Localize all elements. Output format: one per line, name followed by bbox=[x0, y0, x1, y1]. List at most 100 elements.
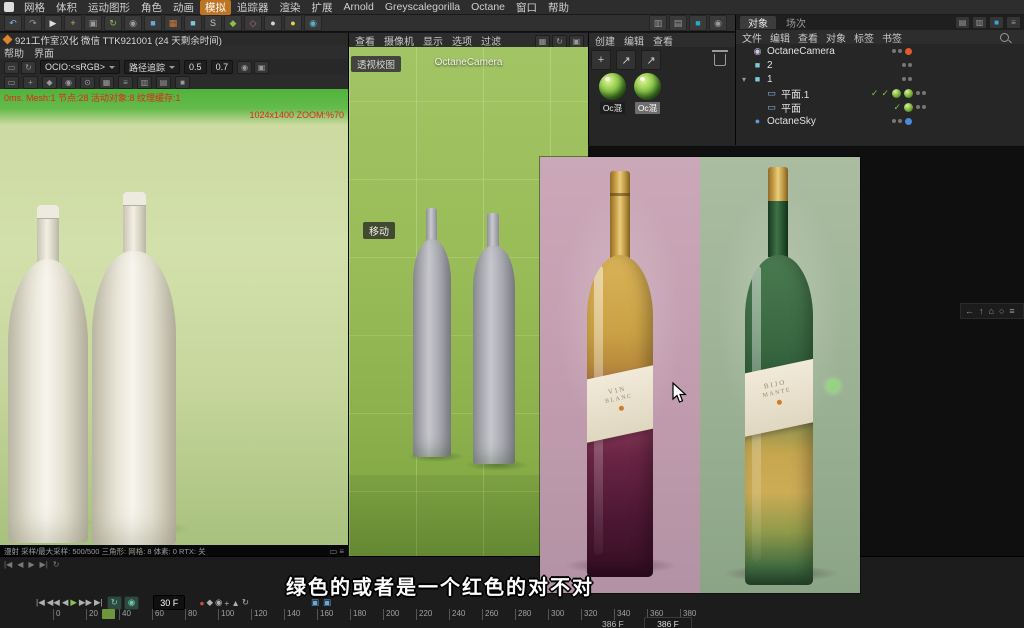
live-viewer-menu-item[interactable]: 帮助 bbox=[4, 45, 24, 60]
list-icon[interactable]: ≡ bbox=[1009, 306, 1014, 316]
menubar-item[interactable]: 追踪器 bbox=[232, 0, 274, 15]
load-material-icon[interactable]: ↗ bbox=[616, 50, 636, 70]
coord-system-icon[interactable]: ◉ bbox=[124, 15, 142, 31]
live-viewer-menu-item[interactable]: 界面 bbox=[34, 45, 54, 60]
lock-icon[interactable]: ▣ bbox=[254, 61, 269, 74]
menubar-item[interactable]: Octane bbox=[466, 1, 510, 13]
blue-tag-icon[interactable] bbox=[905, 118, 912, 125]
render-settings-icon[interactable]: ▦ bbox=[164, 15, 182, 31]
screen-layout-icon[interactable]: ▥ bbox=[649, 15, 667, 31]
object-menu-item[interactable]: 文件 bbox=[742, 30, 762, 45]
material-item[interactable]: Oc混 bbox=[599, 73, 626, 114]
enabled-check-icon[interactable]: ✓ bbox=[893, 102, 901, 113]
tree-row-OctaneCamera[interactable]: ◉OctaneCamera bbox=[740, 44, 912, 58]
red-tag-icon[interactable] bbox=[905, 48, 912, 55]
compare-icon[interactable]: ▥ bbox=[137, 76, 152, 89]
render-view[interactable]: 0ms. Mesh:1 节点:28 活动对象:8 纹理缓存:1 1024x140… bbox=[0, 89, 348, 545]
material-tag-icon[interactable] bbox=[892, 89, 901, 98]
refresh-icon[interactable]: ↻ bbox=[21, 61, 36, 74]
mini-goto-end-icon[interactable]: ▶| bbox=[40, 560, 48, 569]
goto-start-icon[interactable]: |◀ bbox=[36, 597, 45, 608]
menubar-item[interactable]: 体积 bbox=[51, 0, 82, 15]
select-tool-icon[interactable]: ▶ bbox=[44, 15, 62, 31]
enabled-check-icon[interactable]: ✓ bbox=[881, 88, 889, 99]
bucket-icon[interactable]: ◆ bbox=[42, 76, 57, 89]
camera-lock-icon[interactable]: ◉ bbox=[61, 76, 76, 89]
object-menu-item[interactable]: 标签 bbox=[854, 30, 874, 45]
mini-loop-icon[interactable]: ↻ bbox=[53, 560, 60, 569]
up-icon[interactable]: ↑ bbox=[979, 306, 984, 316]
menubar-item[interactable]: 动画 bbox=[168, 0, 199, 15]
camera-icon[interactable]: ◉ bbox=[237, 61, 252, 74]
material-tag-icon[interactable] bbox=[904, 89, 913, 98]
visibility-dots[interactable] bbox=[902, 63, 912, 67]
footer-screen-icon[interactable]: ▭ bbox=[330, 547, 338, 556]
material-menu-item[interactable]: 编辑 bbox=[624, 33, 644, 48]
menubar-item[interactable]: 角色 bbox=[136, 0, 167, 15]
mini-goto-start-icon[interactable]: |◀ bbox=[4, 560, 12, 569]
tree-row-2[interactable]: ■2 bbox=[740, 58, 912, 72]
collapse-caret-icon[interactable]: ▾ bbox=[742, 75, 751, 84]
material-menu-item[interactable]: 创建 bbox=[595, 33, 615, 48]
menubar-item[interactable]: 窗口 bbox=[511, 0, 542, 15]
current-frame-marker[interactable] bbox=[102, 609, 115, 619]
redo-icon[interactable]: ↷ bbox=[24, 15, 42, 31]
visibility-dots[interactable] bbox=[916, 91, 926, 95]
end-frame-field[interactable]: 386 F bbox=[644, 617, 692, 628]
material-item[interactable]: Oc混 bbox=[634, 73, 661, 114]
environment-icon[interactable]: ● bbox=[264, 15, 282, 31]
deformer-icon[interactable]: ◇ bbox=[244, 15, 262, 31]
alpha-icon[interactable]: ▦ bbox=[99, 76, 114, 89]
undo-icon[interactable]: ↶ bbox=[4, 15, 22, 31]
material-name[interactable]: Oc混 bbox=[600, 102, 625, 114]
primitive-icon[interactable]: ■ bbox=[184, 15, 202, 31]
footer-menu-icon[interactable]: ≡ bbox=[339, 547, 344, 556]
viewport-menu-item[interactable]: 显示 bbox=[423, 33, 443, 48]
visibility-dots[interactable] bbox=[892, 119, 902, 123]
tree-row-平面.1[interactable]: ▭平面.1✓✓ bbox=[740, 86, 926, 100]
tree-row-OctaneSky[interactable]: ●OctaneSky bbox=[740, 114, 912, 128]
add-material-button[interactable]: + bbox=[591, 50, 611, 70]
menubar-item[interactable]: 网格 bbox=[19, 0, 50, 15]
region-icon[interactable]: ▭ bbox=[4, 76, 19, 89]
menubar-item[interactable]: 模拟 bbox=[200, 0, 231, 15]
viewport-menu-item[interactable]: 摄像机 bbox=[384, 33, 414, 48]
menubar-item[interactable]: 渲染 bbox=[275, 0, 306, 15]
split-view-icon[interactable]: ▤ bbox=[669, 15, 687, 31]
octane-live-viewer-icon[interactable]: ■ bbox=[689, 15, 707, 31]
enabled-check-icon[interactable]: ✓ bbox=[871, 88, 879, 99]
back-icon[interactable]: ← bbox=[965, 306, 974, 316]
menubar-item[interactable]: 扩展 bbox=[307, 0, 338, 15]
octane-settings-icon[interactable]: ◉ bbox=[709, 15, 727, 31]
mini-play-icon[interactable]: ▶ bbox=[28, 560, 34, 569]
material-name[interactable]: Oc混 bbox=[635, 102, 660, 114]
menubar-item[interactable]: Greyscalegorilla bbox=[380, 1, 465, 13]
viewer-field-2[interactable]: 0.7 bbox=[211, 60, 234, 74]
menubar-item[interactable]: 运动图形 bbox=[83, 0, 135, 15]
timeline-ruler[interactable]: 0204060801001201401601802002202402602803… bbox=[53, 609, 713, 628]
tree-row-1[interactable]: ▾■1 bbox=[740, 72, 912, 86]
viewport-menu-item[interactable]: 查看 bbox=[355, 33, 375, 48]
viewport-menu-item[interactable]: 选项 bbox=[452, 33, 472, 48]
light-icon[interactable]: ● bbox=[284, 15, 302, 31]
save-material-icon[interactable]: ↗ bbox=[641, 50, 661, 70]
material-menu-item[interactable]: 查看 bbox=[653, 33, 673, 48]
material-sphere-thumb[interactable] bbox=[599, 73, 626, 100]
film-icon[interactable]: ▤ bbox=[156, 76, 171, 89]
visibility-dots[interactable] bbox=[902, 77, 912, 81]
scale-tool-icon[interactable]: ▣ bbox=[84, 15, 102, 31]
kernel-dropdown[interactable]: 路径追踪 bbox=[124, 60, 180, 74]
search-icon[interactable] bbox=[1000, 33, 1009, 42]
home-icon[interactable]: ⌂ bbox=[989, 306, 994, 316]
dock-icon[interactable]: ▤ bbox=[955, 16, 970, 29]
visibility-dots[interactable] bbox=[916, 105, 926, 109]
menubar-item[interactable]: Arnold bbox=[339, 1, 379, 13]
monitor-icon[interactable]: ▭ bbox=[4, 61, 19, 74]
viewport-camera-label[interactable]: OctaneCamera bbox=[349, 57, 588, 68]
material-ball-icon[interactable]: ◉ bbox=[304, 15, 322, 31]
spline-icon[interactable]: S bbox=[204, 15, 222, 31]
rotate-tool-icon[interactable]: ↻ bbox=[104, 15, 122, 31]
stop-icon[interactable]: ■ bbox=[175, 76, 190, 89]
search-nav-icon[interactable]: ○ bbox=[999, 306, 1004, 316]
trash-icon[interactable] bbox=[714, 54, 726, 66]
